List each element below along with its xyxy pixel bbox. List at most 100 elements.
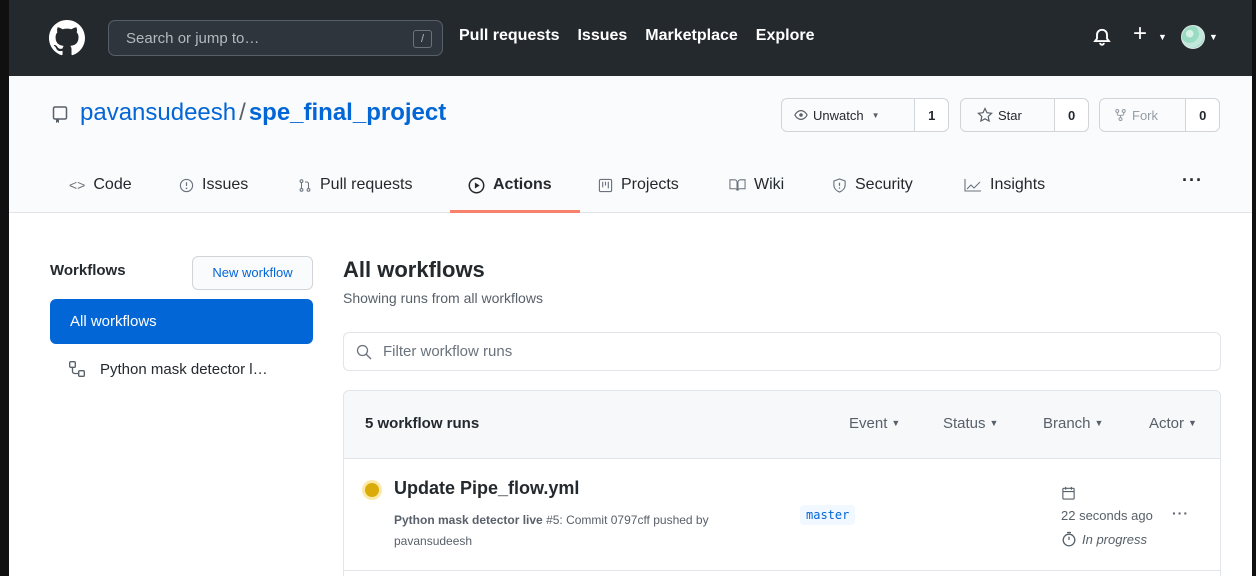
event-filter-dropdown[interactable]: Event ▼ (849, 415, 900, 432)
status-filter-label: Status (943, 415, 986, 432)
workflows-heading: Workflows (50, 262, 126, 279)
tab-issues[interactable]: Issues (179, 173, 248, 197)
chevron-down-icon[interactable]: ▼ (1209, 32, 1218, 42)
star-button[interactable]: Star (961, 99, 1056, 131)
repo-header: pavansudeesh / spe_final_project Unwatch ▼… (9, 76, 1252, 213)
nav-issues[interactable]: Issues (577, 27, 627, 45)
issue-icon (179, 178, 194, 192)
plus-icon[interactable]: + (1133, 22, 1147, 46)
tab-actions[interactable]: Actions (468, 173, 552, 197)
star-count[interactable]: 0 (1055, 99, 1088, 131)
sidebar-item-label: Python mask detector l… (100, 360, 268, 378)
tab-issues-label: Issues (202, 176, 249, 193)
status-filter-dropdown[interactable]: Status ▼ (943, 415, 998, 432)
tab-actions-label: Actions (493, 176, 552, 193)
tab-pull-requests-label: Pull requests (320, 176, 413, 193)
play-icon (468, 177, 485, 193)
code-icon: <> (69, 177, 86, 193)
watch-count[interactable]: 1 (915, 99, 948, 131)
tab-projects-label: Projects (621, 176, 679, 193)
fork-count[interactable]: 0 (1186, 99, 1219, 131)
avatar[interactable] (1181, 25, 1205, 49)
star-label: Star (998, 107, 1022, 123)
page-subtitle: Showing runs from all workflows (343, 290, 543, 306)
run-more-options-icon[interactable]: ··· (1172, 505, 1189, 521)
actor-filter-label: Actor (1149, 415, 1185, 432)
run-meta: Python mask detector live #5: Commit 079… (394, 510, 794, 552)
run-detail: #5: Commit 0797cff pushed by (546, 513, 709, 527)
chevron-down-icon[interactable]: ▼ (1158, 32, 1167, 42)
window-frame-right (1252, 0, 1256, 576)
shield-icon (833, 177, 846, 193)
sidebar-item-python-mask-detector[interactable]: Python mask detector l… (68, 360, 268, 378)
eye-icon (794, 110, 808, 120)
repo-title: pavansudeesh / spe_final_project (80, 99, 446, 127)
tab-security[interactable]: Security (832, 173, 913, 197)
search-shortcut-hint: / (413, 30, 432, 48)
new-workflow-button[interactable]: New workflow (192, 256, 313, 290)
graph-icon (964, 179, 981, 192)
fork-button[interactable]: Fork (1100, 99, 1187, 131)
chevron-down-icon: ▼ (871, 110, 880, 120)
page-title: All workflows (343, 257, 485, 282)
workflow-icon (69, 361, 85, 377)
window-frame-left (0, 0, 9, 576)
tab-code[interactable]: <> Code (69, 173, 132, 197)
actor-filter-dropdown[interactable]: Actor ▼ (1149, 415, 1197, 432)
run-status-label: In progress (1082, 532, 1148, 547)
tab-pull-requests[interactable]: Pull requests (298, 173, 413, 197)
event-filter-label: Event (849, 415, 888, 432)
repo-separator: / (239, 99, 246, 126)
chevron-down-icon: ▼ (891, 418, 901, 428)
sidebar-item-all-workflows[interactable]: All workflows (50, 299, 313, 344)
tab-wiki[interactable]: Wiki (729, 173, 784, 197)
repo-name-link[interactable]: spe_final_project (249, 99, 446, 126)
fork-label: Fork (1132, 107, 1158, 123)
repo-owner-link[interactable]: pavansudeesh (80, 99, 236, 126)
chevron-down-icon: ▼ (1188, 418, 1197, 428)
more-tabs-icon[interactable]: ··· (1182, 170, 1203, 191)
calendar-icon (1062, 486, 1075, 500)
run-title-link[interactable]: Update Pipe_flow.yml (394, 478, 579, 499)
project-icon (598, 178, 613, 192)
star-icon (977, 107, 993, 123)
workflow-runs-list: 5 workflow runs Event ▼ Status ▼ Branch ▼ A… (343, 390, 1221, 576)
repo-icon (52, 106, 68, 123)
branch-filter-label: Branch (1043, 415, 1091, 432)
repo-tabs: <> Code Issues Pull requests Actions Pro… (9, 158, 1252, 213)
nav-marketplace[interactable]: Marketplace (645, 27, 738, 45)
chevron-down-icon: ▼ (989, 418, 999, 428)
run-timestamp: 22 seconds ago (1061, 508, 1153, 523)
pull-request-icon (299, 178, 311, 192)
search-icon (356, 344, 372, 360)
bell-icon[interactable] (1092, 26, 1112, 46)
stopwatch-icon (1062, 531, 1076, 547)
chevron-down-icon: ▼ (1094, 418, 1104, 428)
fork-button-group: Fork 0 (1099, 98, 1220, 132)
github-logo-icon[interactable] (49, 20, 85, 56)
star-button-group: Star 0 (960, 98, 1089, 132)
global-nav: Pull requests Issues Marketplace Explore (459, 27, 814, 45)
search-placeholder: Search or jump to… (126, 30, 260, 47)
nav-explore[interactable]: Explore (756, 27, 815, 45)
in-progress-status-icon (365, 483, 379, 497)
runs-count: 5 workflow runs (365, 415, 480, 432)
tab-insights[interactable]: Insights (964, 173, 1045, 197)
run-workflow-name: Python mask detector live (394, 513, 543, 527)
tab-code-label: Code (93, 176, 132, 193)
fork-icon (1115, 108, 1126, 122)
tab-security-label: Security (855, 176, 913, 193)
tab-projects[interactable]: Projects (598, 173, 679, 197)
filter-placeholder: Filter workflow runs (383, 343, 513, 360)
nav-pull-requests[interactable]: Pull requests (459, 27, 559, 45)
unwatch-label: Unwatch (813, 107, 864, 123)
branch-badge[interactable]: master (800, 505, 856, 525)
filter-runs-input[interactable]: Filter workflow runs (343, 332, 1221, 371)
unwatch-button[interactable]: Unwatch ▼ (782, 99, 916, 131)
watch-button-group: Unwatch ▼ 1 (781, 98, 949, 132)
branch-filter-dropdown[interactable]: Branch ▼ (1043, 415, 1103, 432)
tab-wiki-label: Wiki (754, 176, 785, 193)
search-input[interactable]: Search or jump to… / (108, 20, 443, 56)
tab-insights-label: Insights (990, 176, 1046, 193)
workflow-run-row[interactable]: Update Pipe_flow.yml Python mask detecto… (344, 459, 1220, 571)
